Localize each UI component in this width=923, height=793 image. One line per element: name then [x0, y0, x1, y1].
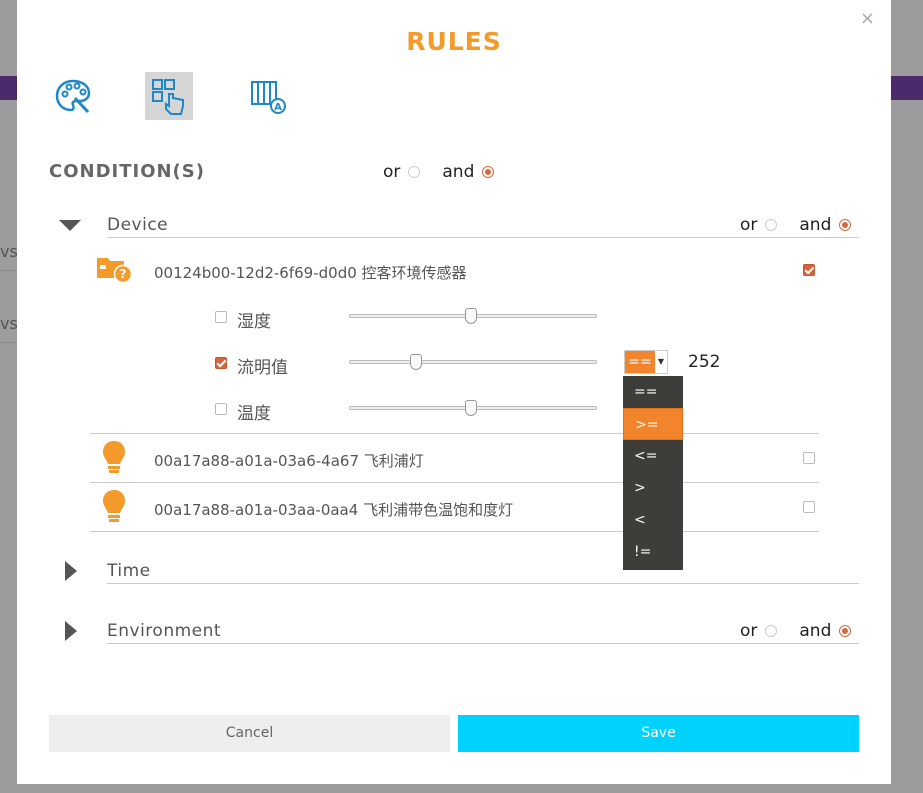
expand-arrow-icon[interactable] — [65, 621, 77, 641]
section-time-label[interactable]: Time — [107, 561, 151, 581]
attribute-label: 流明值 — [237, 358, 288, 378]
section-device-label[interactable]: Device — [107, 215, 168, 235]
chevron-down-icon: ▼ — [657, 357, 665, 366]
save-button[interactable]: Save — [458, 715, 859, 752]
palette-icon — [55, 79, 91, 114]
and-label: and — [799, 215, 832, 235]
section-divider — [107, 643, 859, 644]
or-label: or — [383, 162, 401, 182]
section-divider — [107, 237, 859, 238]
device-checkbox[interactable] — [803, 452, 815, 464]
operator-option[interactable]: != — [623, 536, 683, 568]
tab-attributes[interactable]: A — [243, 72, 291, 120]
threshold-value[interactable]: 252 — [688, 352, 720, 372]
light-bulb-icon — [102, 440, 126, 480]
expand-arrow-icon[interactable] — [59, 220, 81, 231]
device-checkbox[interactable] — [803, 264, 815, 276]
and-radio[interactable] — [482, 166, 495, 178]
tab-conditions[interactable] — [145, 72, 193, 120]
unknown-sensor-icon: ? — [96, 256, 133, 288]
section-divider — [107, 583, 859, 584]
table-font-icon: A — [251, 81, 286, 114]
row-divider — [90, 433, 819, 434]
attribute-checkbox[interactable] — [215, 403, 227, 415]
or-label: or — [740, 215, 758, 235]
operator-select[interactable]: == ▼ — [624, 350, 668, 374]
section-environment-label[interactable]: Environment — [107, 621, 221, 641]
and-radio[interactable] — [839, 219, 852, 231]
rules-dialog: × RULES A CONDITION(S) or and Device or … — [17, 0, 891, 784]
attribute-checkbox[interactable] — [215, 357, 227, 369]
and-label: and — [442, 162, 475, 182]
device-checkbox[interactable] — [803, 501, 815, 513]
conditions-heading: CONDITION(S) — [49, 161, 205, 182]
device-logic-toggle: or and — [740, 215, 852, 235]
light-bulb-icon — [102, 489, 126, 529]
attribute-label: 湿度 — [237, 312, 271, 332]
background-text: vs — [0, 242, 18, 261]
attribute-slider[interactable] — [349, 400, 597, 416]
operator-option[interactable]: < — [623, 504, 683, 536]
and-radio[interactable] — [839, 625, 852, 637]
environment-logic-toggle: or and — [740, 621, 852, 641]
attribute-slider[interactable] — [349, 354, 597, 370]
slider-thumb[interactable] — [465, 308, 477, 324]
device-name: 00a17a88-a01a-03aa-0aa4 飞利浦带色温饱和度灯 — [154, 501, 514, 519]
cancel-button[interactable]: Cancel — [49, 715, 450, 752]
and-label: and — [799, 621, 832, 641]
operator-option[interactable]: <= — [623, 440, 683, 472]
operator-option[interactable]: >= — [623, 408, 683, 440]
attribute-slider[interactable] — [349, 308, 597, 324]
conditions-logic-toggle: or and — [383, 162, 495, 182]
row-divider — [90, 482, 819, 483]
or-label: or — [740, 621, 758, 641]
expand-arrow-icon[interactable] — [65, 561, 77, 581]
background-text: vs — [0, 314, 18, 333]
operator-option[interactable]: == — [623, 376, 683, 408]
tab-appearance[interactable] — [49, 72, 97, 120]
or-radio[interactable] — [765, 219, 778, 231]
or-radio[interactable] — [765, 625, 778, 637]
attribute-label: 温度 — [237, 404, 271, 424]
svg-text:?: ? — [120, 267, 127, 281]
slider-thumb[interactable] — [410, 354, 422, 370]
row-divider — [90, 531, 819, 532]
or-radio[interactable] — [408, 166, 421, 178]
device-name: 00124b00-12d2-6f69-d0d0 控客环境传感器 — [154, 264, 467, 282]
operator-dropdown-list: == >= <= > < != — [623, 376, 683, 570]
operator-option[interactable]: > — [623, 472, 683, 504]
attribute-checkbox[interactable] — [215, 311, 227, 323]
background-divider — [0, 270, 17, 271]
dialog-title: RULES — [406, 27, 502, 56]
background-divider — [0, 342, 17, 343]
slider-thumb[interactable] — [465, 400, 477, 416]
grid-touch-icon — [152, 79, 184, 115]
svg-text:A: A — [274, 102, 282, 113]
device-name: 00a17a88-a01a-03a6-4a67 飞利浦灯 — [154, 452, 424, 470]
close-icon[interactable]: × — [860, 8, 875, 29]
operator-value: == — [625, 351, 655, 373]
